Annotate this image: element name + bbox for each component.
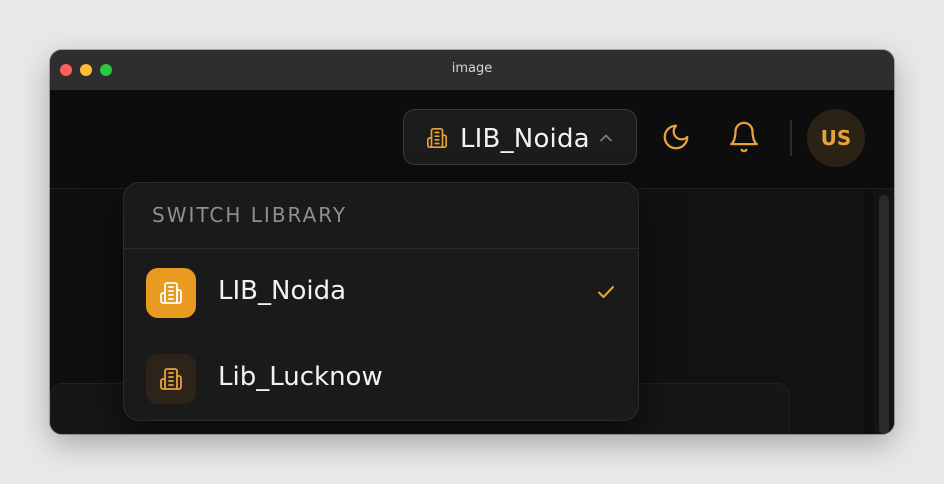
building-icon xyxy=(160,282,182,304)
building-icon xyxy=(426,127,448,149)
moon-icon xyxy=(663,124,689,150)
chevron-up-icon xyxy=(598,130,614,146)
switch-library-dropdown: SWITCH LIBRARY LIB_Noida Lib_Lucknow xyxy=(123,182,639,421)
title-bar: image xyxy=(50,50,894,91)
library-option-label: Lib_Lucknow xyxy=(218,362,383,392)
selected-library-label: LIB_Noida xyxy=(460,124,590,154)
library-option-label: LIB_Noida xyxy=(218,276,347,306)
library-option-lib-lucknow[interactable]: Lib_Lucknow xyxy=(124,335,638,420)
library-selector-button[interactable]: LIB_Noida xyxy=(403,109,637,165)
dark-mode-toggle-button[interactable] xyxy=(661,122,691,152)
app-window: image LIB_Noida US SWITCH LIBRARY LIB_No… xyxy=(50,50,894,434)
dropdown-heading: SWITCH LIBRARY xyxy=(152,203,348,227)
check-icon xyxy=(594,281,618,303)
user-avatar[interactable]: US xyxy=(807,109,865,167)
bell-icon xyxy=(730,121,758,153)
library-option-lib-noida[interactable]: LIB_Noida xyxy=(124,249,638,335)
window-title: image xyxy=(451,61,493,76)
library-icon-badge xyxy=(146,354,196,404)
library-icon-badge xyxy=(146,268,196,318)
building-icon xyxy=(160,368,182,390)
header-divider xyxy=(790,120,792,156)
notifications-button[interactable] xyxy=(727,120,761,154)
top-navigation-bar: LIB_Noida US xyxy=(50,90,894,189)
scrollbar-thumb[interactable] xyxy=(879,195,889,434)
